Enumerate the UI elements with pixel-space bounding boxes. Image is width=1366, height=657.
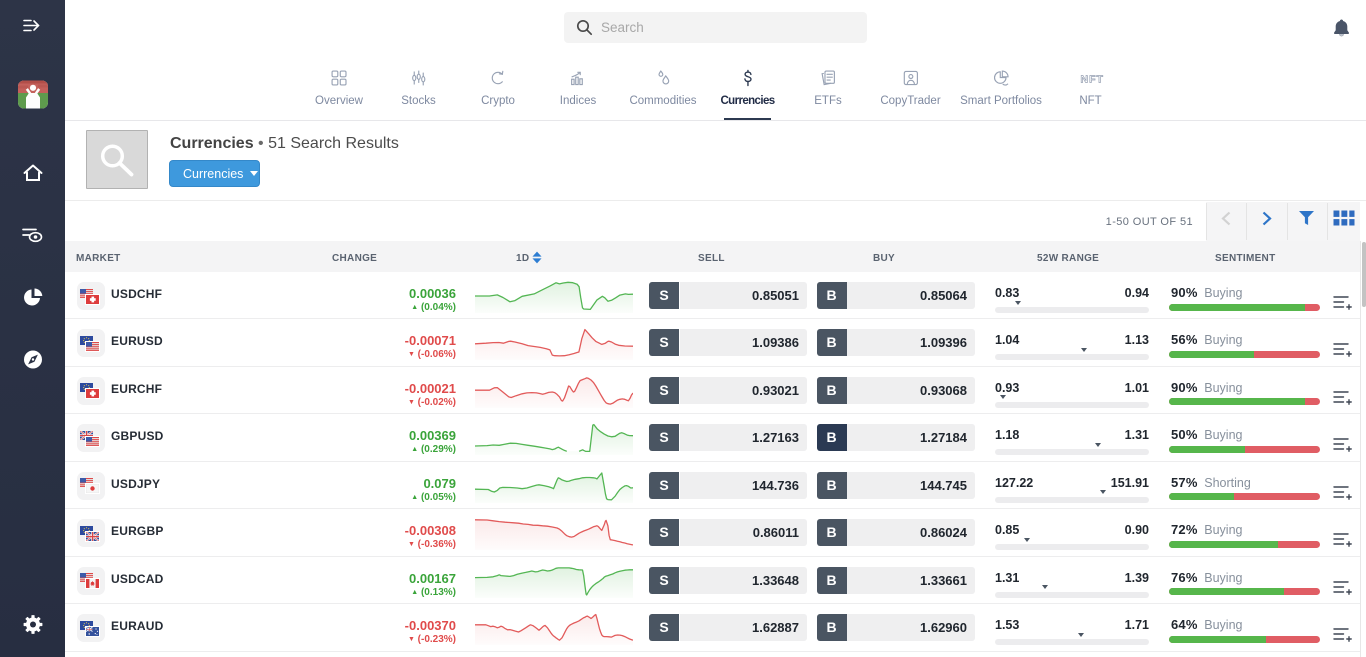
svg-text:NFT: NFT (1080, 74, 1103, 86)
